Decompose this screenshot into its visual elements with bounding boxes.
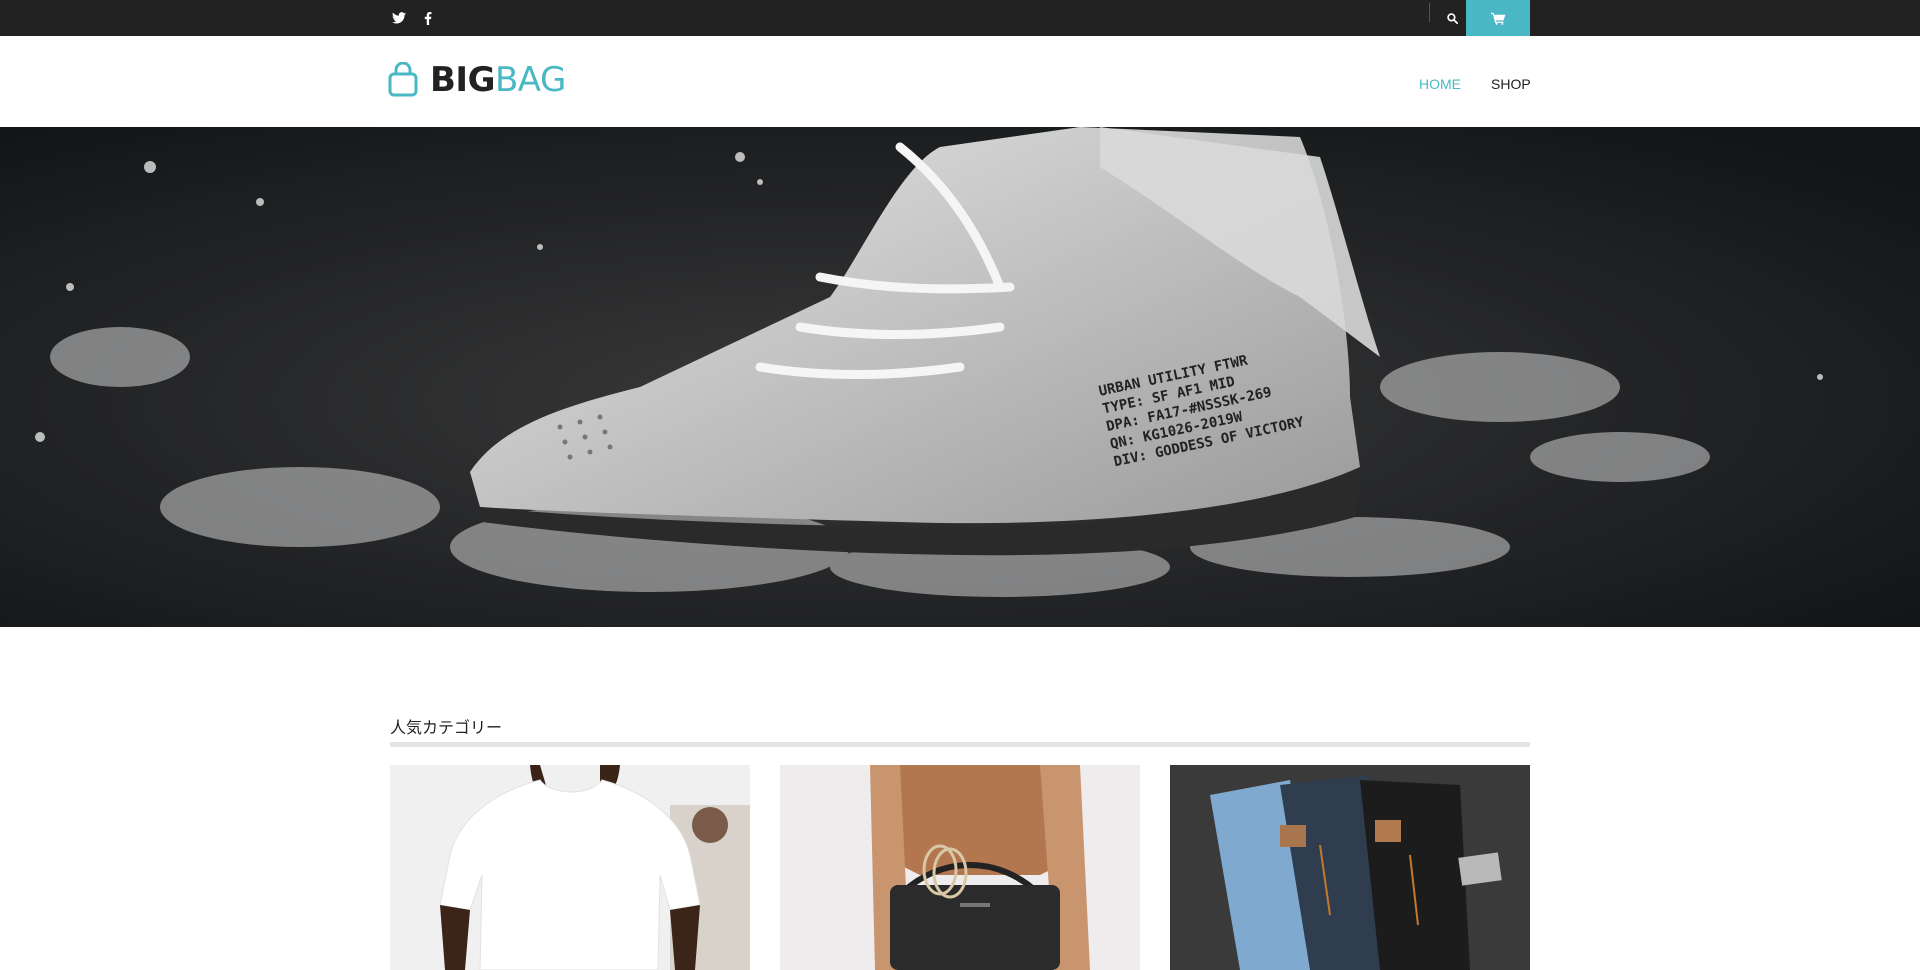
jeans-photo — [1170, 765, 1530, 970]
shopping-bag-icon — [388, 62, 418, 97]
facebook-icon[interactable] — [424, 0, 432, 36]
handbag-photo — [780, 765, 1140, 970]
hero-banner[interactable]: URBAN UTILITY FTWR TYPE: SF AF1 MID DPA:… — [0, 127, 1920, 627]
site-logo[interactable]: BIGBAG — [388, 58, 566, 102]
search-icon[interactable] — [1438, 0, 1466, 36]
logo-text-bag: BAG — [494, 60, 566, 100]
cart-button[interactable] — [1466, 0, 1530, 36]
section-title: 人気カテゴリー — [390, 718, 503, 737]
site-header: BIGBAG HOME SHOP — [0, 36, 1920, 127]
divider — [1429, 3, 1430, 22]
cart-icon — [1490, 12, 1505, 25]
section-divider — [390, 742, 1530, 747]
category-card-tshirt[interactable] — [390, 765, 750, 970]
top-bar — [0, 0, 1920, 36]
white-tshirt-photo — [390, 765, 750, 970]
sneaker-splash-photo: URBAN UTILITY FTWR TYPE: SF AF1 MID DPA:… — [0, 127, 1920, 627]
category-card-jeans[interactable] — [1170, 765, 1530, 970]
logo-text-big: BIG — [430, 60, 495, 100]
nav-shop[interactable]: SHOP — [1491, 76, 1531, 92]
category-card-handbag[interactable] — [780, 765, 1140, 970]
nav-home[interactable]: HOME — [1419, 76, 1461, 92]
twitter-icon[interactable] — [392, 0, 406, 36]
